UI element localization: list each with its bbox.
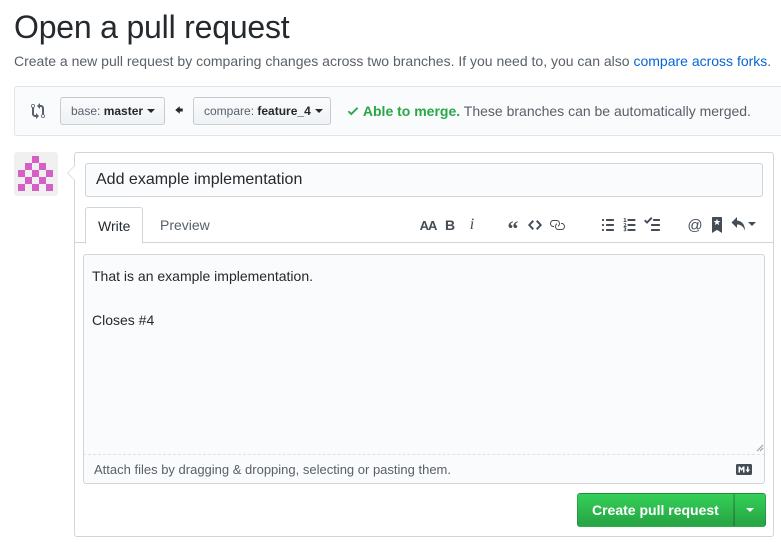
compare-branch-select[interactable]: compare: feature_4 bbox=[193, 97, 331, 125]
merge-status: Able to merge. These branches can be aut… bbox=[347, 103, 751, 119]
base-prefix: base: bbox=[71, 104, 101, 118]
avatar-pixel bbox=[25, 177, 32, 184]
avatar-pixel bbox=[32, 170, 39, 177]
avatar-pixel bbox=[39, 177, 46, 184]
branch-range-bar: base: master compare: feature_4 Able to … bbox=[14, 86, 781, 136]
avatar-pixel bbox=[18, 184, 25, 191]
code-icon[interactable] bbox=[524, 213, 546, 237]
avatar[interactable] bbox=[14, 152, 58, 196]
pull-request-form: Write Preview AA B i “ bbox=[67, 152, 774, 537]
create-pull-request-button[interactable]: Create pull request bbox=[577, 493, 734, 527]
editor-tabs: Write Preview AA B i “ @ bbox=[75, 207, 773, 244]
avatar-pixel bbox=[32, 184, 39, 191]
pr-title-input[interactable] bbox=[85, 163, 763, 197]
toolbar-list-group bbox=[597, 213, 663, 237]
bold-icon[interactable]: B bbox=[439, 213, 461, 237]
italic-icon[interactable]: i bbox=[461, 213, 483, 237]
subtitle-end: . bbox=[767, 53, 772, 69]
avatar-pixel bbox=[25, 163, 32, 170]
merge-status-text: These branches can be automatically merg… bbox=[463, 103, 751, 119]
merge-ok-label: Able to merge. bbox=[362, 103, 461, 119]
page-subtitle: Create a new pull request by comparing c… bbox=[14, 53, 771, 69]
reply-icon[interactable] bbox=[728, 213, 758, 237]
bookmark-icon[interactable] bbox=[706, 213, 728, 237]
attach-hint: Attach files by dragging & dropping, sel… bbox=[94, 462, 451, 477]
link-icon[interactable] bbox=[546, 213, 568, 237]
ordered-list-icon[interactable] bbox=[619, 213, 641, 237]
check-icon bbox=[347, 107, 359, 116]
chevron-down-icon bbox=[147, 108, 156, 113]
pr-body-textarea[interactable]: That is an example implementation. Close… bbox=[83, 254, 765, 482]
git-compare-icon bbox=[31, 103, 45, 119]
page-title: Open a pull request bbox=[14, 9, 290, 45]
arrow-left-icon bbox=[175, 106, 183, 114]
compare-branch-name: feature_4 bbox=[257, 104, 311, 118]
submit-group: Create pull request bbox=[577, 493, 766, 527]
tab-write[interactable]: Write bbox=[85, 207, 143, 244]
chevron-down-icon bbox=[748, 222, 756, 226]
avatar-pixel bbox=[32, 156, 39, 163]
mention-icon[interactable]: @ bbox=[684, 213, 706, 237]
file-attach-bar[interactable]: Attach files by dragging & dropping, sel… bbox=[83, 454, 765, 484]
unordered-list-icon[interactable] bbox=[597, 213, 619, 237]
toolbar-misc-group: @ bbox=[684, 213, 758, 237]
toolbar-insert-group: “ bbox=[502, 213, 568, 241]
avatar-pixel bbox=[39, 163, 46, 170]
avatar-pixel bbox=[46, 170, 53, 177]
markdown-icon[interactable] bbox=[736, 464, 752, 475]
quote-icon[interactable]: “ bbox=[502, 213, 524, 241]
subtitle-text: Create a new pull request by comparing c… bbox=[14, 53, 630, 69]
compare-prefix: compare: bbox=[204, 104, 255, 118]
toolbar-text-group: AA B i bbox=[417, 213, 483, 237]
resize-grip-icon[interactable] bbox=[756, 444, 764, 452]
base-branch-name: master bbox=[103, 104, 144, 118]
tab-preview[interactable]: Preview bbox=[148, 207, 222, 243]
compare-forks-link[interactable]: compare across forks bbox=[633, 53, 767, 69]
create-options-dropdown[interactable] bbox=[733, 493, 766, 527]
chevron-down-icon bbox=[314, 108, 323, 113]
tasklist-icon[interactable] bbox=[641, 213, 663, 237]
chevron-down-icon bbox=[745, 508, 754, 512]
base-branch-select[interactable]: base: master bbox=[60, 97, 165, 125]
avatar-pixel bbox=[46, 184, 53, 191]
avatar-pixel bbox=[18, 170, 25, 177]
header-icon[interactable]: AA bbox=[417, 213, 439, 237]
